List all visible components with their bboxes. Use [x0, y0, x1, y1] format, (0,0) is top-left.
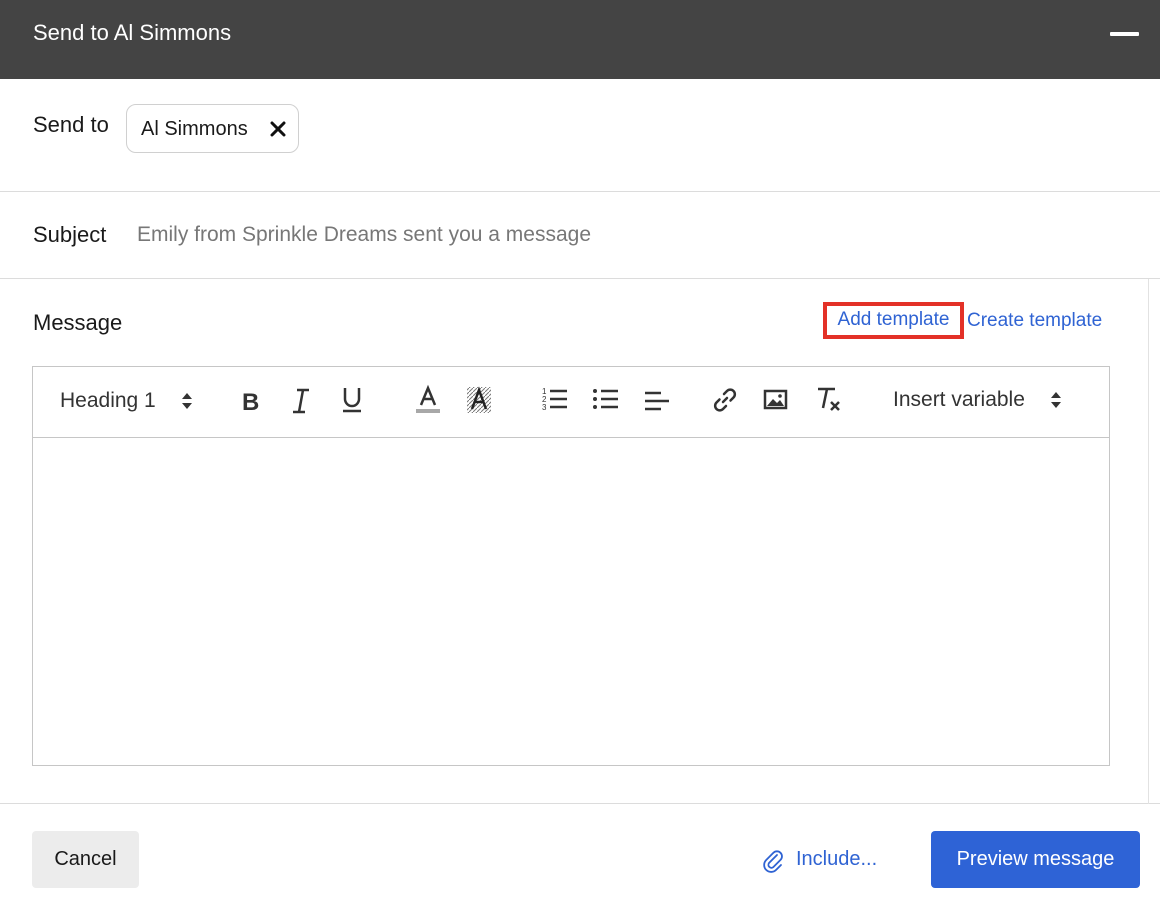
send-to-label: Send to [33, 112, 109, 137]
add-template-link[interactable]: Add template [823, 302, 964, 339]
svg-text:B: B [242, 389, 259, 416]
scrollbar-track[interactable] [1148, 279, 1149, 804]
paperclip-icon [762, 847, 784, 878]
dialog-title: Send to Al Simmons [33, 20, 232, 45]
bold-icon[interactable]: B [237, 386, 263, 416]
heading-select[interactable]: Heading 1 [60, 387, 200, 419]
preview-message-button[interactable]: Preview message [931, 831, 1140, 888]
clear-format-icon[interactable] [813, 384, 843, 416]
cancel-button[interactable]: Cancel [32, 831, 139, 888]
minimize-button[interactable] [1108, 30, 1142, 36]
message-editor: Heading 1 B 1 2 3 Insert variable [32, 366, 1110, 766]
align-left-icon[interactable] [643, 385, 671, 415]
underline-icon[interactable] [339, 384, 365, 416]
subject-label: Subject [33, 222, 107, 247]
ordered-list-icon[interactable]: 1 2 3 [541, 385, 569, 415]
select-arrows-icon [1050, 390, 1062, 410]
recipient-name: Al Simmons [141, 118, 248, 140]
image-icon[interactable] [762, 386, 790, 414]
bullet-list-icon[interactable] [592, 385, 620, 415]
include-label: Include... [796, 848, 878, 870]
message-section: Message Add template Create template Hea… [0, 279, 1160, 804]
send-to-row: Send to Al Simmons [0, 79, 1160, 192]
message-body-editor[interactable] [33, 439, 1109, 765]
heading-select-value: Heading 1 [60, 389, 156, 412]
recipient-chip[interactable]: Al Simmons [126, 104, 299, 153]
highlight-icon[interactable] [465, 384, 493, 416]
subject-row: Subject [0, 192, 1160, 279]
link-icon[interactable] [711, 385, 739, 415]
insert-variable-select[interactable]: Insert variable [893, 386, 1073, 418]
minimize-icon [1110, 32, 1139, 36]
remove-recipient-icon[interactable] [268, 119, 288, 139]
select-arrows-icon [181, 391, 193, 411]
subject-input[interactable] [137, 216, 1117, 254]
dialog-titlebar: Send to Al Simmons [0, 0, 1160, 79]
create-template-link[interactable]: Create template [967, 310, 1102, 332]
svg-text:3: 3 [542, 403, 547, 412]
italic-icon[interactable] [288, 386, 314, 416]
editor-toolbar: Heading 1 B 1 2 3 Insert variable [33, 367, 1109, 438]
dialog-footer: Cancel Include... Preview message [0, 805, 1160, 904]
text-color-icon[interactable] [414, 384, 442, 416]
message-label: Message [33, 310, 123, 335]
insert-variable-label: Insert variable [893, 388, 1025, 411]
